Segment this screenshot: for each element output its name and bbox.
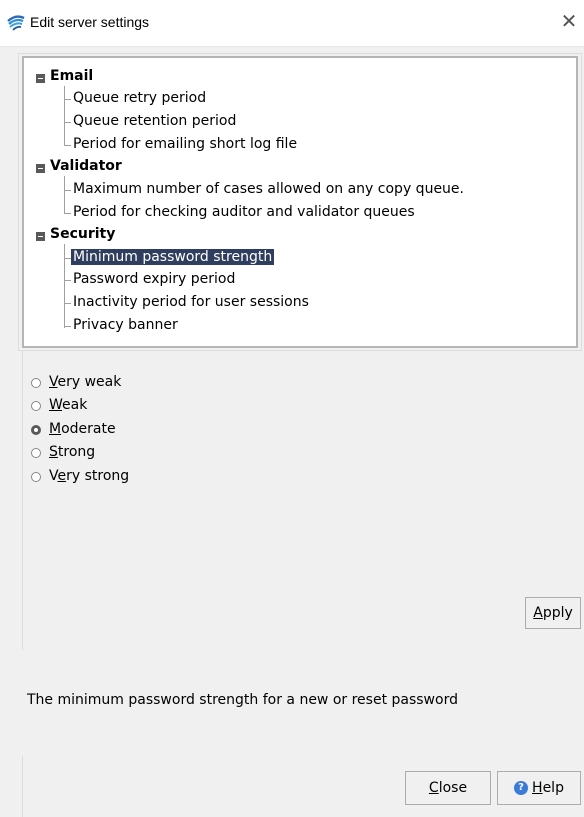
tree-item-queue-retry-period[interactable]: Queue retry period [73,90,206,106]
tree-item-inactivity-period[interactable]: Inactivity period for user sessions [73,294,309,310]
tree-line [64,258,71,259]
tree-line [64,244,65,328]
tree-item-password-expiry-period[interactable]: Password expiry period [73,271,235,287]
tree-item-privacy-banner[interactable]: Privacy banner [73,317,178,333]
tree-line [64,303,71,304]
radio-button[interactable] [31,472,41,482]
tree-item-min-password-strength[interactable]: Minimum password strength [71,249,275,265]
radio-button[interactable] [31,401,41,411]
tree-group-validator[interactable]: Validator [50,158,122,174]
tree-line [64,99,71,100]
collapse-email-icon[interactable] [36,74,45,83]
tree-item-checking-queues-period[interactable]: Period for checking auditor and validato… [73,204,415,220]
radio-button[interactable] [31,378,41,388]
tree-line [64,145,71,146]
tree-line [64,86,65,146]
tree-item-emailing-short-log[interactable]: Period for emailing short log file [73,136,297,152]
radio-button-checked[interactable] [31,425,41,435]
collapse-security-icon[interactable] [36,232,45,241]
settings-tree[interactable]: Email Queue retry period Queue retention… [22,56,578,348]
tree-group-security[interactable]: Security [50,226,115,242]
radio-button[interactable] [31,448,41,458]
tree-line [64,213,71,214]
apply-button[interactable]: Apply [525,597,581,629]
collapse-validator-icon[interactable] [36,164,45,173]
title-bar: Edit server settings ✕ [0,0,584,46]
tree-item-queue-retention-period[interactable]: Queue retention period [73,113,236,129]
tree-item-max-cases-copy-queue[interactable]: Maximum number of cases allowed on any c… [73,181,464,197]
app-logo-icon [7,15,25,31]
help-button[interactable]: ? Help [497,771,581,805]
window-close-button[interactable]: ✕ [556,8,582,34]
window-title: Edit server settings [30,14,150,30]
close-icon: ✕ [560,9,578,33]
tree-line [64,326,71,327]
tree-group-email[interactable]: Email [50,68,93,84]
tree-line [64,190,71,191]
tree-line [64,280,71,281]
close-button[interactable]: Close [405,771,491,805]
title-divider [0,46,584,47]
tree-line [64,176,65,214]
setting-description: The minimum password strength for a new … [27,692,458,708]
help-icon: ? [514,781,529,795]
tree-line [64,122,71,123]
